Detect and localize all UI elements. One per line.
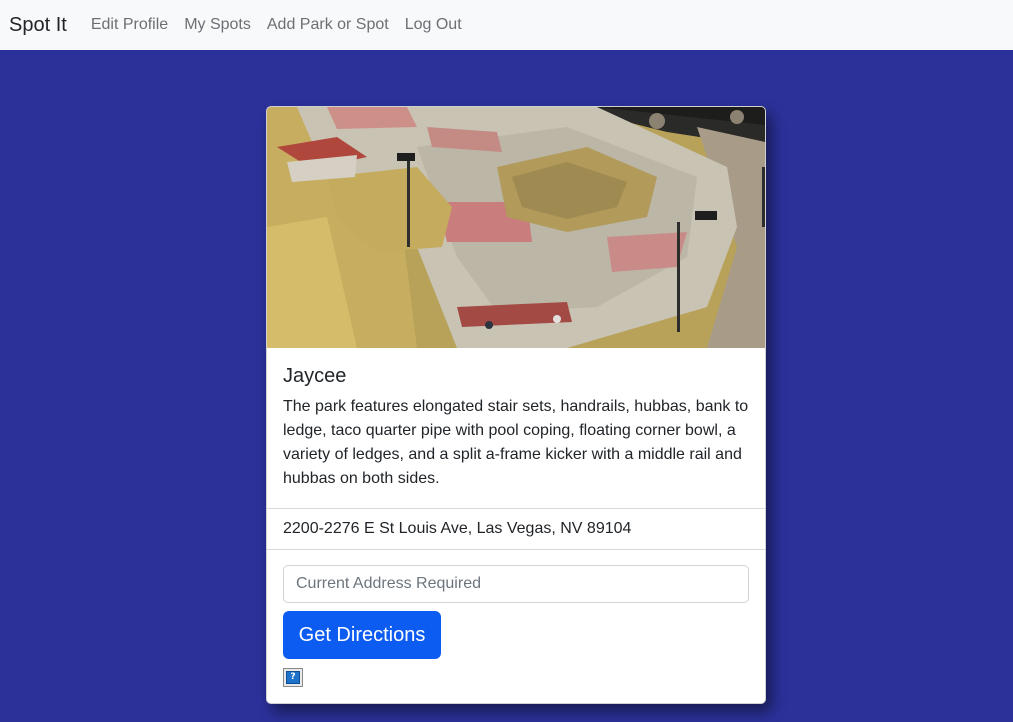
park-card: Jaycee The park features elongated stair…: [266, 106, 766, 704]
nav-link-add-park-or-spot[interactable]: Add Park or Spot: [267, 16, 389, 34]
card-body: Jaycee The park features elongated stair…: [267, 348, 765, 508]
navbar: Spot It Edit Profile My Spots Add Park o…: [0, 0, 1013, 50]
nav-link-log-out[interactable]: Log Out: [405, 16, 462, 34]
help-icon[interactable]: ?: [283, 668, 303, 687]
nav-link-edit-profile[interactable]: Edit Profile: [91, 16, 168, 34]
help-glyph: ?: [286, 671, 300, 684]
park-description: The park features elongated stair sets, …: [283, 398, 749, 487]
get-directions-button[interactable]: Get Directions: [283, 611, 441, 659]
park-photo: [267, 107, 765, 348]
brand-link[interactable]: Spot It: [9, 14, 67, 37]
current-address-input[interactable]: [283, 565, 749, 603]
divider: [267, 549, 765, 550]
nav-link-my-spots[interactable]: My Spots: [184, 16, 251, 34]
park-address: 2200-2276 E St Louis Ave, Las Vegas, NV …: [283, 520, 632, 537]
park-name: Jaycee: [283, 365, 347, 387]
